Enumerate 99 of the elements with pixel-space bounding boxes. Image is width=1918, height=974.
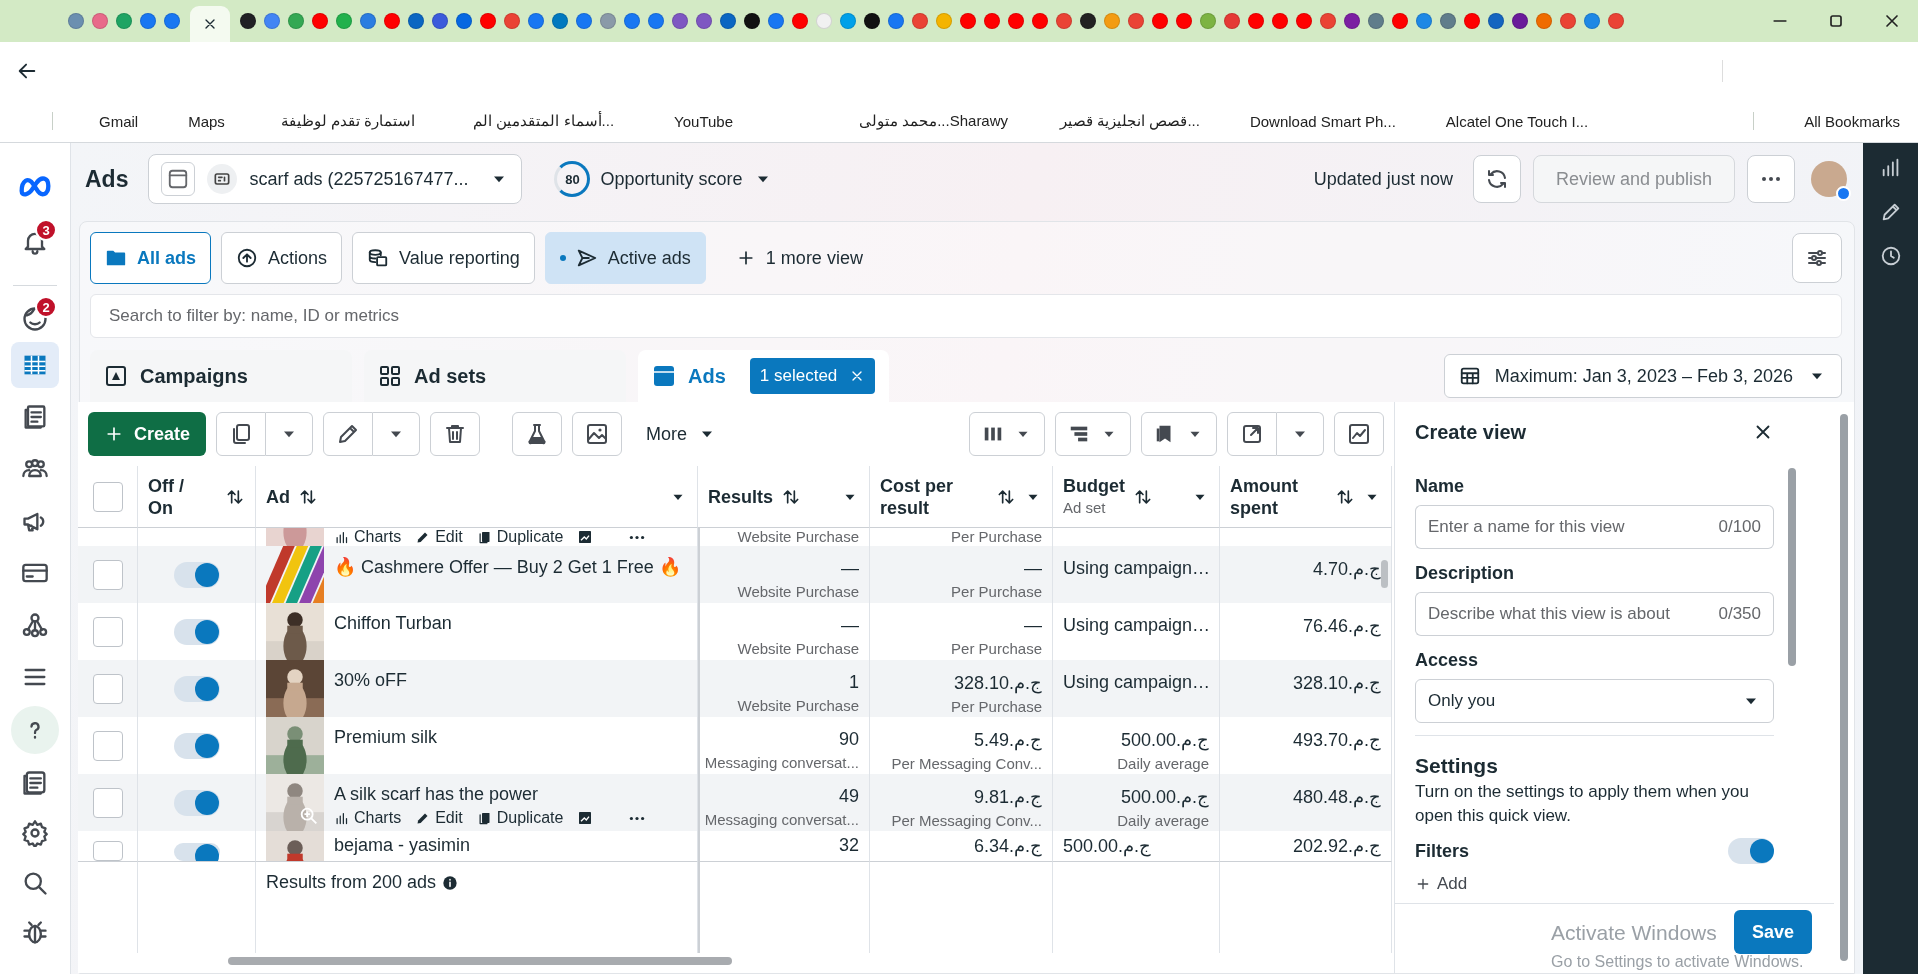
cost-value: ج.م.6.34	[973, 835, 1042, 857]
more-button[interactable]: More	[632, 423, 732, 445]
results-value: 32	[838, 835, 859, 856]
activation-title: Activate Windows	[1551, 920, 1717, 946]
more-views-button[interactable]: 1 more view	[725, 247, 873, 269]
view-tab[interactable]: Active ads	[544, 232, 706, 284]
bookmark-link[interactable]: قصص انجليزية قصير...	[1060, 112, 1200, 130]
bookmark-link[interactable]: Download Smart Ph...	[1249, 112, 1396, 130]
ad-name[interactable]: bejama - yasimin	[334, 835, 471, 856]
column-header[interactable]: Off / On	[148, 474, 198, 519]
bookmark-link[interactable]: محمد متولى...Sharawy	[859, 112, 1009, 130]
budget-type: Daily average	[1117, 755, 1209, 772]
result-type: Website Purchase	[737, 697, 859, 714]
add-link[interactable]: Add	[1415, 874, 1774, 894]
notification-badge: 3	[35, 219, 57, 241]
amount-spent: ج.م.493.70	[1292, 729, 1381, 751]
field-label: Name	[1415, 476, 1466, 497]
panel-title: Create view	[1415, 420, 1527, 444]
cost-type: Per Messaging Conv...	[891, 812, 1042, 829]
results-value: 49	[838, 786, 859, 807]
results-value: —	[841, 558, 859, 579]
column-header[interactable]: Cost per result	[880, 474, 980, 519]
cost-value: —	[1024, 558, 1042, 579]
column-header[interactable]: Amount spent	[1230, 474, 1319, 519]
activation-message: Go to Settings to activate Windows.	[1551, 952, 1804, 972]
amount-spent: ج.م.4.70	[1312, 558, 1381, 580]
bookmark-link[interactable]: استمارة تقدم لوظيفة	[280, 112, 416, 130]
column-header[interactable]: Budget	[1063, 474, 1125, 497]
result-type: Website Purchase	[737, 640, 859, 657]
result-type: Messaging conversat...	[704, 754, 859, 771]
nav-item[interactable]: 2	[11, 296, 59, 342]
budget-value: ج.م.500.00	[1063, 835, 1153, 857]
result-type: Website Purchase	[737, 583, 859, 600]
cost-type: Per Purchase	[951, 583, 1042, 600]
dropdown-value: Only you	[1428, 691, 1496, 711]
row-action-link[interactable]: Duplicate	[476, 809, 564, 827]
budget-value: ج.م.500.00	[1120, 729, 1209, 751]
result-type: Messaging conversat...	[704, 811, 859, 828]
row-action-link[interactable]: Charts	[334, 528, 402, 546]
save-button[interactable]: Save	[1733, 910, 1812, 954]
level-tab[interactable]: Ads 1 selected	[638, 350, 890, 402]
ad-name[interactable]: 30% oFF	[334, 670, 408, 691]
search-field[interactable]: Search to filter by: name, ID or metrics	[90, 294, 1842, 338]
result-type: Website Purchase	[737, 528, 859, 545]
cost-value: —	[1024, 615, 1042, 636]
cost-type: Per Messaging Conv...	[891, 755, 1042, 772]
amount-spent: ج.م.202.92	[1292, 835, 1381, 857]
amount-spent: ج.م.328.10	[1292, 672, 1381, 694]
budget-value: ج.م.500.00	[1120, 786, 1209, 808]
view-tab[interactable]: Actions	[221, 232, 343, 284]
amount-spent: ج.م.480.48	[1292, 786, 1381, 808]
create-button[interactable]: Create	[88, 412, 207, 456]
settings-description: Turn on the settings to apply them when you open this quick view.	[1415, 781, 1750, 827]
bookmark-link[interactable]: All Bookmarks	[1804, 112, 1900, 130]
nav-item[interactable]: 3	[11, 219, 59, 265]
field-label: Access	[1415, 650, 1480, 671]
cost-value: ج.م.9.81	[973, 786, 1042, 808]
row-action-link[interactable]: Charts	[334, 809, 402, 827]
cost-type: Per Purchase	[951, 640, 1042, 657]
budget-value: Using campaign…	[1063, 672, 1209, 693]
setting-label: Filters	[1415, 840, 1470, 862]
bookmark-link[interactable]: Maps	[188, 112, 225, 130]
cost-type: Per Purchase	[951, 698, 1042, 715]
page-title: Ads	[85, 165, 129, 193]
notification-badge: 2	[35, 296, 57, 318]
results-value: —	[841, 615, 859, 636]
column-header[interactable]: Results	[708, 485, 774, 508]
column-subheader: Ad set	[1063, 497, 1107, 518]
results-summary: Results from 200 ads	[266, 872, 437, 893]
ad-name[interactable]: A silk scarf has the power	[334, 784, 646, 805]
budget-type: Daily average	[1117, 812, 1209, 829]
cost-type: Per Purchase	[951, 528, 1042, 545]
cost-value: ج.م.5.49	[973, 729, 1042, 751]
view-tab[interactable]: All ads	[90, 232, 212, 284]
bookmark-link[interactable]: Alcatel One Touch I...	[1445, 112, 1589, 130]
row-action-link[interactable]: Edit	[415, 809, 463, 827]
bookmark-link[interactable]: أسماء المتقدمين الم...	[473, 112, 615, 130]
account-dropdown[interactable]: scarf ads (225725167477...	[148, 154, 523, 204]
amount-spent: ج.م.76.46	[1302, 615, 1381, 637]
bookmark-link[interactable]: YouTube	[674, 112, 733, 130]
column-header[interactable]: Ad	[266, 485, 290, 508]
budget-value: Using campaign…	[1063, 615, 1209, 636]
date-range-button[interactable]: Maximum: Jan 3, 2023 – Feb 3, 2026	[1443, 354, 1842, 398]
field-label: Description	[1415, 563, 1516, 584]
access-dropdown[interactable]: Only you	[1415, 679, 1774, 723]
cost-value: ج.م.328.10	[953, 672, 1042, 694]
view-tab[interactable]: Value reporting	[352, 232, 535, 284]
selection-badge[interactable]: 1 selected	[749, 358, 876, 394]
results-value: 1	[849, 672, 859, 693]
ad-name[interactable]: Chiffon Turban	[334, 613, 452, 634]
row-action-link[interactable]: Edit	[415, 528, 463, 546]
opportunity-score[interactable]: 80 Opportunity score	[554, 161, 773, 197]
update-status: Updated just now	[1313, 168, 1453, 190]
row-action-link[interactable]: Duplicate	[476, 528, 564, 546]
budget-value: Using campaign…	[1063, 558, 1209, 579]
ad-name[interactable]: Premium silk	[334, 727, 437, 748]
bookmark-link[interactable]: Gmail	[99, 112, 139, 130]
results-value: 90	[838, 729, 859, 750]
section-heading: Settings	[1415, 754, 1499, 778]
